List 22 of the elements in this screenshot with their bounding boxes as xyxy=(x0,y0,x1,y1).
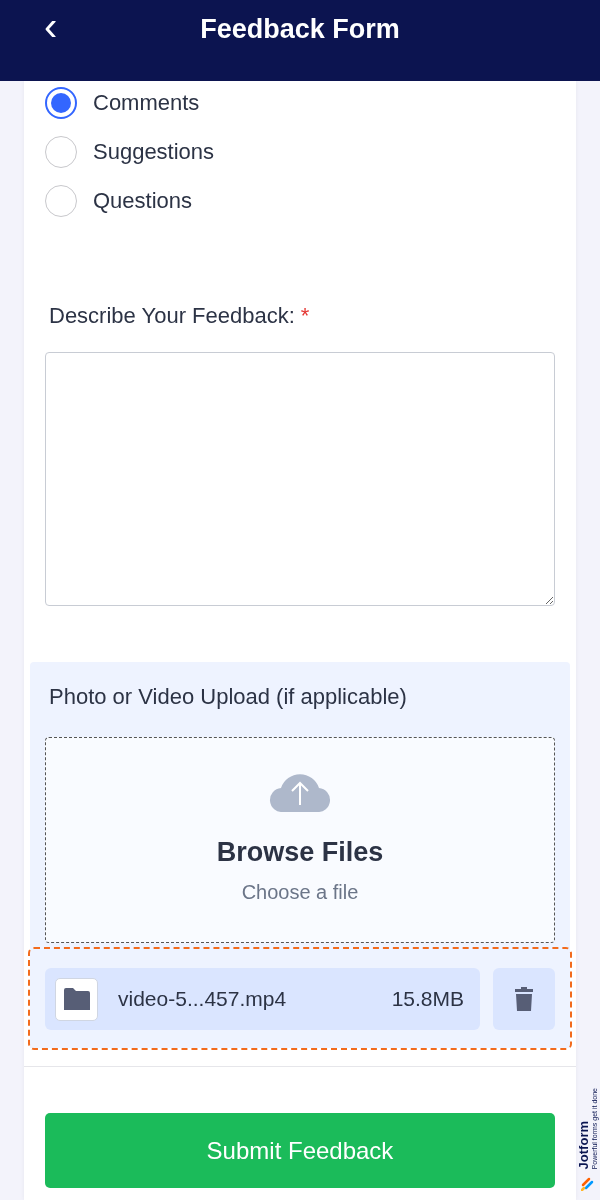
upload-hint: Choose a file xyxy=(241,879,359,905)
browse-files-text: Browse Files xyxy=(216,836,384,869)
radio-label: Suggestions xyxy=(93,138,215,166)
delete-button[interactable] xyxy=(493,968,555,1030)
file-size: 15.8MB xyxy=(391,986,464,1013)
radio-label: Comments xyxy=(93,89,200,117)
folder-icon xyxy=(63,988,90,1010)
required-mark: * xyxy=(300,302,310,330)
feedback-textarea[interactable] xyxy=(45,352,555,606)
trash-icon xyxy=(515,987,533,1011)
back-button[interactable]: ‹ xyxy=(44,8,68,44)
radio-button[interactable] xyxy=(45,184,77,217)
radio-label: Questions xyxy=(93,187,193,215)
radio-button[interactable] xyxy=(45,135,77,168)
file-name: video-5...457.mp4 xyxy=(118,986,287,1013)
field-label: Describe Your Feedback: xyxy=(49,302,295,330)
file-dropzone[interactable]: Browse Files Choose a file xyxy=(45,737,555,943)
page-title: Feedback Form xyxy=(200,13,400,46)
brand-name: Jotform xyxy=(577,1120,591,1170)
radio-button[interactable] xyxy=(45,86,77,119)
upload-label: Photo or Video Upload (if applicable) xyxy=(48,683,408,711)
brand-logo-icon xyxy=(581,1175,595,1192)
